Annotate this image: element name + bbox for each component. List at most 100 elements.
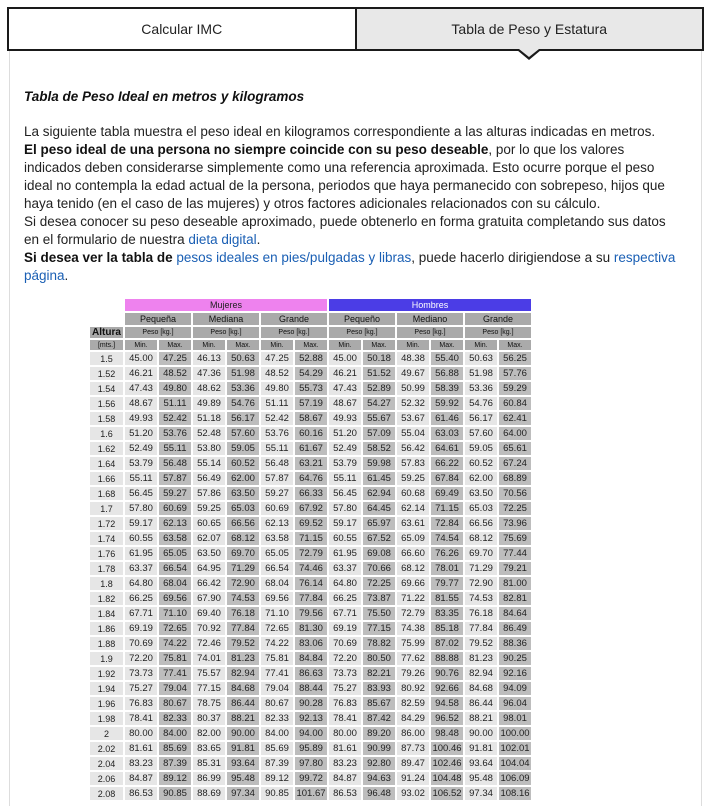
min-weight-cell: 93.02 <box>397 787 429 800</box>
table-row: 1.68 56.45 59.27 57.86 63.50 59.27 66.33 56.45 6… <box>90 487 531 500</box>
height-cell: 1.64 <box>90 457 123 470</box>
max-weight-cell: 84.68 <box>227 682 259 695</box>
min-weight-cell: 89.12 <box>261 772 293 785</box>
max-weight-cell: 104.48 <box>431 772 463 785</box>
max-weight-cell: 64.00 <box>499 427 531 440</box>
max-weight-cell: 84.00 <box>159 727 191 740</box>
max-weight-cell: 83.06 <box>295 637 327 650</box>
tab-tabla-peso-estatura[interactable]: Tabla de Peso y Estatura <box>356 9 702 60</box>
max-weight-cell: 67.92 <box>295 502 327 515</box>
max-weight-cell: 71.15 <box>431 502 463 515</box>
max-weight-cell: 96.04 <box>499 697 531 710</box>
min-weight-cell: 76.83 <box>329 697 361 710</box>
tab-calcular-imc[interactable]: Calcular IMC <box>9 9 357 49</box>
min-weight-cell: 70.69 <box>125 637 157 650</box>
min-weight-cell: 77.15 <box>193 682 225 695</box>
min-weight-cell: 84.29 <box>397 712 429 725</box>
min-weight-cell: 95.48 <box>465 772 497 785</box>
max-weight-cell: 71.10 <box>159 607 191 620</box>
min-weight-cell: 57.60 <box>465 427 497 440</box>
max-weight-cell: 59.92 <box>431 397 463 410</box>
min-weight-cell: 73.73 <box>125 667 157 680</box>
min-weight-cell: 72.79 <box>397 607 429 620</box>
min-weight-cell: 72.65 <box>261 622 293 635</box>
group-header-row: Mujeres Hombres <box>90 299 531 311</box>
min-weight-cell: 53.76 <box>261 427 293 440</box>
table-row: 1.74 60.55 63.58 62.07 68.12 63.58 71.15 60.55 6… <box>90 532 531 545</box>
min-weight-cell: 64.80 <box>329 577 361 590</box>
min-weight-cell: 75.27 <box>329 682 361 695</box>
max-weight-cell: 79.77 <box>431 577 463 590</box>
max-weight-cell: 71.29 <box>227 562 259 575</box>
min-weight-cell: 65.03 <box>465 502 497 515</box>
max-weight-cell: 55.73 <box>295 382 327 395</box>
table-row: 1.8 64.80 68.04 66.42 72.90 68.04 76.14 64.80 72… <box>90 577 531 590</box>
height-cell: 1.58 <box>90 412 123 425</box>
min-weight-cell: 86.00 <box>397 727 429 740</box>
min-weight-cell: 66.25 <box>125 592 157 605</box>
table-row: 1.64 53.79 56.48 55.14 60.52 56.48 63.21 53.79 5… <box>90 457 531 470</box>
min-weight-cell: 79.04 <box>261 682 293 695</box>
min-weight-cell: 46.21 <box>329 367 361 380</box>
min-weight-cell: 72.90 <box>465 577 497 590</box>
max-weight-cell: 66.56 <box>227 517 259 530</box>
max-weight-cell: 89.12 <box>159 772 191 785</box>
min-weight-cell: 68.04 <box>261 577 293 590</box>
max-weight-cell: 62.94 <box>363 487 395 500</box>
group-header-mujeres: Mujeres <box>125 299 327 311</box>
min-weight-cell: 78.41 <box>125 712 157 725</box>
max-weight-cell: 65.05 <box>159 547 191 560</box>
min-weight-cell: 79.52 <box>465 637 497 650</box>
table-row: 1.96 76.83 80.67 78.75 86.44 80.67 90.28 76.83 8… <box>90 697 531 710</box>
max-weight-cell: 85.18 <box>431 622 463 635</box>
max-weight-cell: 79.56 <box>295 607 327 620</box>
max-weight-cell: 61.46 <box>431 412 463 425</box>
pesos-ideales-link[interactable]: pesos ideales en pies/pulgadas y libras <box>176 250 411 265</box>
min-weight-cell: 63.50 <box>465 487 497 500</box>
max-weight-cell: 59.29 <box>499 382 531 395</box>
altura-header: Altura <box>90 327 123 338</box>
min-weight-cell: 64.80 <box>125 577 157 590</box>
max-weight-cell: 56.88 <box>431 367 463 380</box>
table-row: 1.78 63.37 66.54 64.95 71.29 66.54 74.46 63.37 7… <box>90 562 531 575</box>
min-weight-cell: 53.67 <box>397 412 429 425</box>
min-weight-cell: 75.81 <box>261 652 293 665</box>
min-weight-cell: 91.81 <box>465 742 497 755</box>
min-weight-cell: 62.07 <box>193 532 225 545</box>
min-weight-cell: 66.60 <box>397 547 429 560</box>
table-row: 1.58 49.93 52.42 51.18 56.17 52.42 58.67 49.93 5… <box>90 412 531 425</box>
min-weight-cell: 69.40 <box>193 607 225 620</box>
max-weight-cell: 69.08 <box>363 547 395 560</box>
max-weight-cell: 48.52 <box>159 367 191 380</box>
max-weight-cell: 86.49 <box>499 622 531 635</box>
table-row: 2.06 84.87 89.12 86.99 95.48 89.12 99.72 84.87 9… <box>90 772 531 785</box>
max-weight-cell: 90.25 <box>499 652 531 665</box>
max-weight-cell: 108.16 <box>499 787 531 800</box>
min-weight-cell: 82.94 <box>465 667 497 680</box>
table-row: 2.02 81.61 85.69 83.65 91.81 85.69 95.89 81.61 9… <box>90 742 531 755</box>
max-weight-cell: 62.00 <box>227 472 259 485</box>
height-cell: 1.88 <box>90 637 123 650</box>
max-weight-cell: 97.80 <box>295 757 327 770</box>
min-header: Min. <box>329 340 361 350</box>
table-row: 1.52 46.21 48.52 47.36 51.98 48.52 54.29 46.21 5… <box>90 367 531 380</box>
min-weight-cell: 83.23 <box>125 757 157 770</box>
table-row: 1.76 61.95 65.05 63.50 69.70 65.05 72.79 61.95 6… <box>90 547 531 560</box>
min-weight-cell: 56.17 <box>465 412 497 425</box>
peso-header: Peso [kg.] <box>329 327 395 338</box>
min-weight-cell: 45.00 <box>125 352 157 365</box>
min-weight-cell: 59.25 <box>193 502 225 515</box>
min-weight-cell: 81.61 <box>329 742 361 755</box>
dieta-digital-link[interactable]: dieta digital <box>188 232 256 247</box>
min-weight-cell: 72.20 <box>329 652 361 665</box>
max-weight-cell: 98.48 <box>431 727 463 740</box>
height-cell: 1.8 <box>90 577 123 590</box>
table-row: 1.88 70.69 74.22 72.46 79.52 74.22 83.06 70.69 7… <box>90 637 531 650</box>
min-weight-cell: 53.80 <box>193 442 225 455</box>
max-weight-cell: 60.16 <box>295 427 327 440</box>
table-row: 1.72 59.17 62.13 60.65 66.56 62.13 69.52 59.17 6… <box>90 517 531 530</box>
max-weight-cell: 106.09 <box>499 772 531 785</box>
max-weight-cell: 85.69 <box>159 742 191 755</box>
min-weight-cell: 84.87 <box>329 772 361 785</box>
max-weight-cell: 87.02 <box>431 637 463 650</box>
